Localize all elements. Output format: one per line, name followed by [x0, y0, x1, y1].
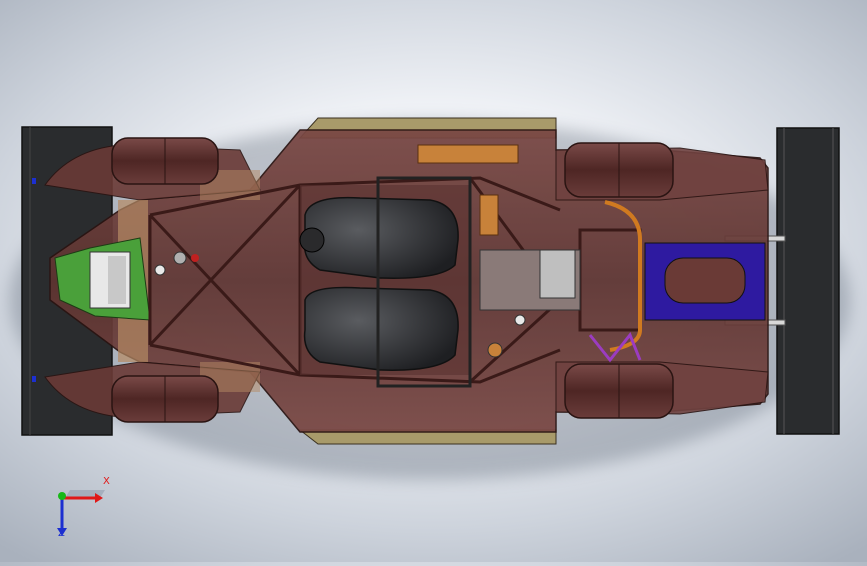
front-right-tyre[interactable]: [564, 363, 674, 419]
3d-viewport[interactable]: X Z: [0, 0, 867, 562]
rear-left-tyre[interactable]: [111, 137, 219, 185]
fuel-tank[interactable]: [417, 144, 519, 164]
front-left-tyre[interactable]: [564, 142, 674, 198]
rear-right-tyre[interactable]: [111, 375, 219, 423]
x-axis-label: X: [103, 476, 110, 487]
z-axis-label: Z: [58, 528, 65, 539]
passenger-seat[interactable]: [303, 286, 459, 371]
triad-graphic: [57, 490, 105, 536]
axis-triad[interactable]: X Z: [40, 476, 120, 548]
car-model-render[interactable]: [0, 0, 867, 562]
